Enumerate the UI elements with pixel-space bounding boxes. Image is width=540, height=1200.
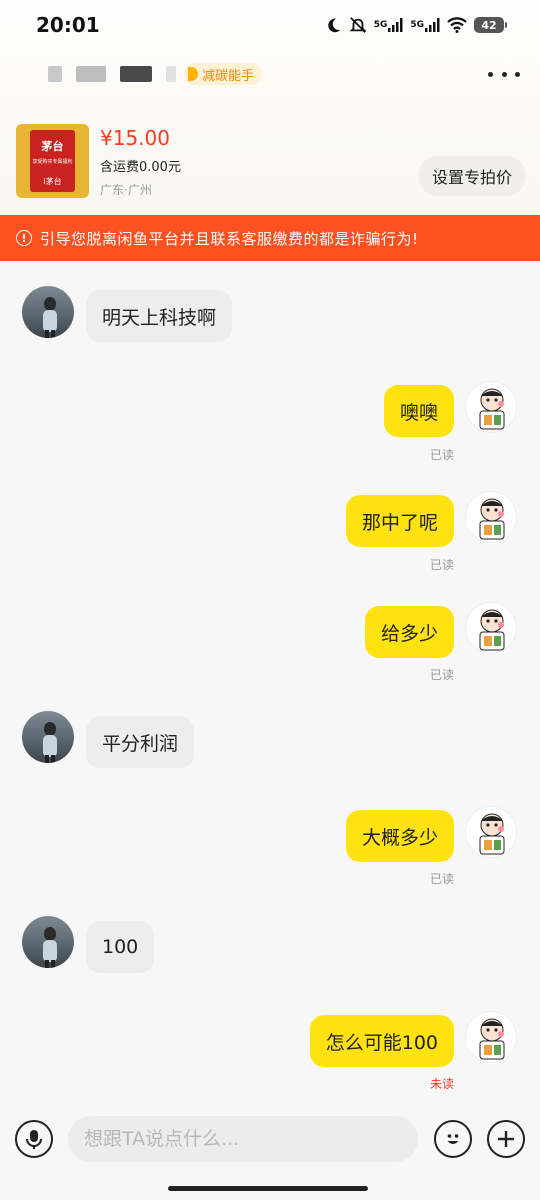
smiley-icon[interactable] (434, 1120, 472, 1158)
message-bubble-outgoing[interactable]: 大概多少 (345, 810, 454, 862)
blur-block (166, 66, 176, 82)
thumb-tag: i茅台 (43, 177, 62, 186)
fraud-warning-banner: ! 引导您脱离闲鱼平台并且联系客服缴费的都是诈骗行为! (0, 215, 540, 261)
more-dots-icon[interactable] (488, 64, 520, 84)
contact-avatar[interactable] (22, 711, 74, 763)
signal-icon-2: 5G (410, 17, 440, 33)
status-bar: 20:01 5G 5G 42 (0, 0, 540, 50)
home-indicator[interactable] (168, 1186, 368, 1191)
exclamation-circle-icon: ! (16, 230, 32, 246)
status-icons: 5G 5G 42 (325, 16, 507, 34)
message-bubble-outgoing[interactable]: 给多少 (364, 606, 454, 658)
message-bubble-outgoing[interactable]: 怎么可能100 (309, 1015, 454, 1067)
chat-message-list[interactable]: 明天上科技啊 噢噢 已读 那中了呢 已读 给多少 已读 平分利润 大概多少 已读… (0, 261, 540, 1101)
wifi-icon (447, 17, 467, 33)
thumb-brand: 茅台 (41, 140, 64, 153)
read-status: 已读 (429, 872, 454, 886)
read-status: 已读 (429, 558, 454, 572)
read-status: 已读 (429, 448, 454, 462)
warning-text: 引导您脱离闲鱼平台并且联系客服缴费的都是诈骗行为! (40, 229, 419, 248)
message-bubble-incoming[interactable]: 100 (86, 921, 155, 973)
my-avatar[interactable] (465, 806, 517, 858)
carbon-badge: 减碳能手 (184, 63, 263, 85)
blur-block (120, 66, 152, 82)
product-location: 广东·广州 (100, 183, 152, 197)
mute-icon (349, 16, 367, 34)
read-status: 已读 (429, 668, 454, 682)
my-avatar[interactable] (465, 602, 517, 654)
badge-label: 减碳能手 (202, 68, 255, 84)
blur-block (48, 66, 62, 82)
message-bubble-outgoing[interactable]: 那中了呢 (345, 495, 454, 547)
my-avatar[interactable] (465, 491, 517, 543)
battery-icon: 42 (474, 17, 507, 33)
moon-icon (325, 17, 342, 34)
product-thumbnail[interactable]: 茅台 享受购买专属福利 i茅台 (16, 124, 89, 198)
badge-icon (188, 67, 198, 81)
contact-name-blurred (48, 66, 176, 82)
message-bubble-incoming[interactable]: 明天上科技啊 (86, 290, 233, 342)
message-input[interactable] (68, 1116, 418, 1162)
product-box-image: 茅台 享受购买专属福利 i茅台 (30, 130, 75, 192)
set-special-price-button[interactable]: 设置专拍价 (417, 156, 526, 196)
contact-avatar[interactable] (22, 286, 74, 338)
microphone-icon[interactable] (15, 1120, 53, 1158)
signal-icon-1: 5G (374, 17, 404, 33)
blur-block (76, 66, 106, 82)
my-avatar[interactable] (465, 381, 517, 433)
product-price: ¥15.00 (100, 126, 170, 150)
my-avatar[interactable] (465, 1011, 517, 1063)
product-card[interactable]: 茅台 享受购买专属福利 i茅台 ¥15.00 含运费0.00元 广东·广州 设置… (16, 124, 526, 200)
chat-header: 减碳能手 (0, 52, 540, 96)
plus-icon[interactable] (487, 1120, 525, 1158)
contact-avatar[interactable] (22, 916, 74, 968)
status-time: 20:01 (36, 13, 100, 37)
message-input-bar (0, 1110, 540, 1170)
thumb-sub: 享受购买专属福利 (32, 159, 73, 165)
message-bubble-incoming[interactable]: 平分利润 (86, 716, 195, 768)
product-shipping: 含运费0.00元 (100, 160, 181, 175)
message-bubble-outgoing[interactable]: 噢噢 (383, 385, 454, 437)
unread-status: 未读 (429, 1077, 454, 1091)
